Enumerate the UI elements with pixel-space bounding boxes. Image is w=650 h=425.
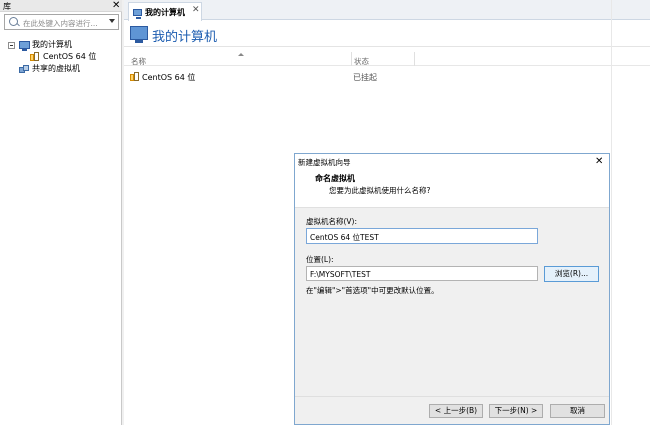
vm-icon bbox=[130, 72, 140, 82]
location-input[interactable]: F:\MYSOFT\TEST bbox=[306, 266, 538, 281]
page-title: 我的计算机 bbox=[152, 30, 218, 45]
dialog-footer: < 上一步(B) 下一步(N) > 取消 bbox=[295, 396, 609, 424]
column-header-status[interactable]: 状态 bbox=[354, 56, 369, 67]
column-separator[interactable] bbox=[414, 52, 415, 66]
divider bbox=[124, 46, 650, 47]
computer-icon bbox=[19, 41, 30, 51]
library-header bbox=[0, 0, 122, 12]
new-vm-wizard-dialog: 新建虚拟机向导 ✕ 命名虚拟机 您要为此虚拟机使用什么名称? 虚拟机名称(V):… bbox=[294, 153, 610, 425]
tree-item-label: 我的计算机 bbox=[32, 40, 72, 49]
location-value: F:\MYSOFT\TEST bbox=[310, 270, 371, 279]
library-title: 库 bbox=[3, 2, 11, 11]
vm-name-label: 虚拟机名称(V): bbox=[306, 217, 358, 226]
tree-item-my-computer[interactable]: 我的计算机 bbox=[8, 39, 118, 51]
chevron-down-icon[interactable] bbox=[109, 19, 115, 23]
library-close-icon[interactable]: ✕ bbox=[112, 0, 120, 12]
column-header-name[interactable]: 名称 bbox=[131, 56, 146, 67]
tree-item-shared-vms[interactable]: 共享的虚拟机 bbox=[19, 63, 119, 75]
cancel-button[interactable]: 取消 bbox=[550, 404, 605, 418]
dialog-subheading: 您要为此虚拟机使用什么名称? bbox=[329, 186, 431, 195]
vm-icon bbox=[30, 52, 40, 62]
computer-icon bbox=[133, 9, 142, 19]
dialog-close-icon[interactable]: ✕ bbox=[595, 154, 603, 169]
tab-label: 我的计算机 bbox=[145, 8, 185, 17]
collapse-icon[interactable] bbox=[8, 42, 15, 49]
row-name: CentOS 64 位 bbox=[142, 73, 196, 82]
computer-icon bbox=[130, 26, 148, 43]
location-label: 位置(L): bbox=[306, 255, 334, 264]
tree-item-centos[interactable]: CentOS 64 位 bbox=[30, 51, 120, 63]
tab-close-icon[interactable]: ✕ bbox=[192, 5, 200, 15]
shared-vm-icon bbox=[19, 65, 29, 74]
search-icon bbox=[9, 17, 18, 26]
library-search-input[interactable]: 在此处键入内容进行... bbox=[4, 14, 119, 30]
dialog-heading: 命名虚拟机 bbox=[315, 174, 355, 183]
dialog-title: 新建虚拟机向导 bbox=[298, 158, 351, 167]
vm-name-input[interactable]: CentOS 64 位TEST bbox=[306, 228, 538, 244]
column-separator[interactable] bbox=[351, 52, 352, 66]
sort-ascending-icon bbox=[238, 53, 244, 56]
vm-name-value: CentOS 64 位TEST bbox=[310, 233, 379, 242]
tree-item-label: CentOS 64 位 bbox=[43, 52, 97, 61]
next-button[interactable]: 下一步(N) > bbox=[489, 404, 543, 418]
browse-button[interactable]: 浏览(R)... bbox=[544, 266, 599, 282]
column-header-row: 名称 状态 bbox=[124, 52, 650, 66]
panel-divider bbox=[611, 0, 612, 425]
tab-my-computer[interactable]: 我的计算机 ✕ bbox=[128, 2, 202, 21]
tree-item-label: 共享的虚拟机 bbox=[32, 64, 80, 73]
location-hint: 在"编辑">"首选项"中可更改默认位置。 bbox=[306, 286, 439, 295]
search-placeholder: 在此处键入内容进行... bbox=[23, 19, 98, 28]
tab-strip bbox=[124, 0, 650, 20]
table-row[interactable]: CentOS 64 位 已挂起 bbox=[128, 71, 428, 83]
row-status: 已挂起 bbox=[353, 73, 377, 82]
back-button[interactable]: < 上一步(B) bbox=[429, 404, 483, 418]
